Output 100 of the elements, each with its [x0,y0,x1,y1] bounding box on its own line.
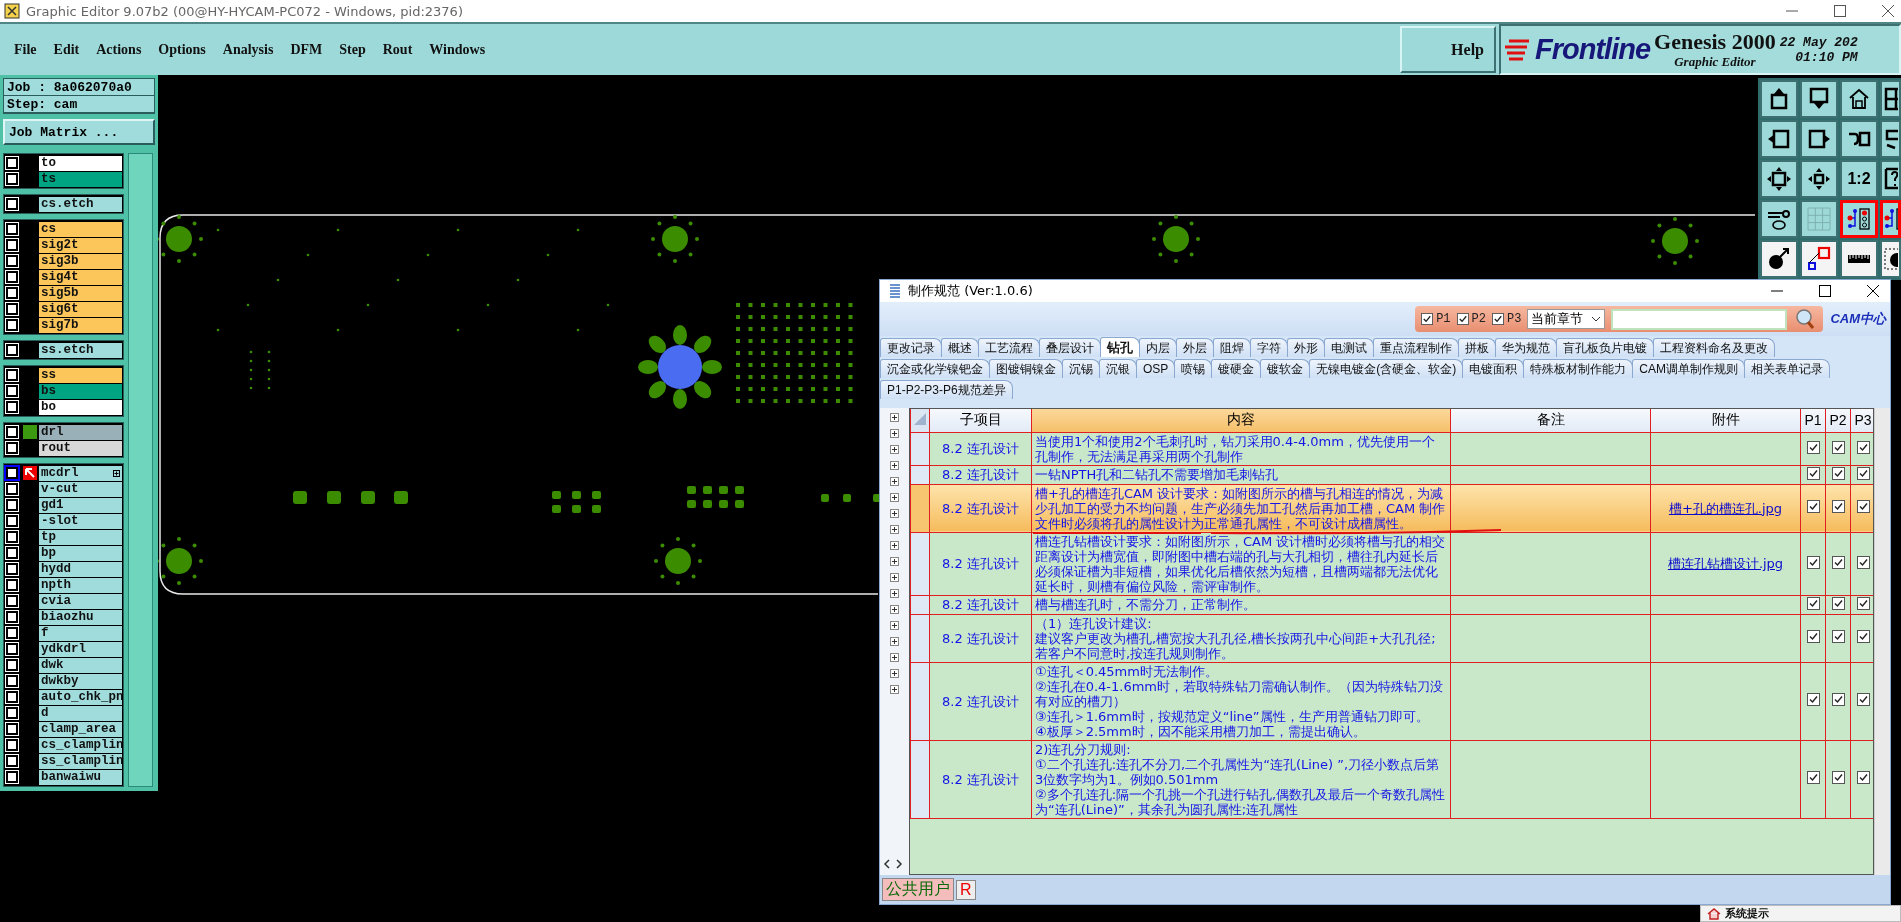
row-marker[interactable] [910,432,930,465]
layer-row[interactable]: sig5b [5,285,122,301]
tab[interactable]: 镀软金 [1260,359,1311,378]
layer-checkbox[interactable] [6,319,18,331]
layer-cell[interactable]: dwk [39,657,122,673]
layer-cell[interactable]: drl [39,424,122,440]
layer-checkbox[interactable] [6,287,18,299]
layer-checkbox[interactable] [6,467,18,479]
layer-checkbox[interactable] [6,223,18,235]
layer-cell[interactable]: gd1 [39,497,122,513]
layer-checkbox[interactable] [6,579,18,591]
tab[interactable]: CAM调单制作规则 [1632,359,1745,378]
expand-icon[interactable] [890,461,899,470]
layer-row[interactable]: bp [5,545,122,561]
close-icon[interactable] [1866,284,1880,298]
checkbox[interactable] [1856,440,1870,454]
expand-icon[interactable] [890,541,899,550]
tab[interactable]: 盲孔板负片电镀 [1556,338,1654,357]
layer-row[interactable]: rout [5,440,122,456]
expand-icon[interactable] [890,653,899,662]
layer-cell[interactable]: clamp_area [39,721,122,737]
checkbox[interactable] [1831,630,1845,643]
job-matrix-button[interactable]: Job Matrix ... [3,119,155,145]
layer-row[interactable]: tp [5,529,122,545]
layer-checkbox[interactable] [6,401,18,413]
search-field[interactable] [1611,308,1788,330]
layer-checkbox[interactable] [6,755,18,767]
toolbar-button[interactable] [1840,200,1878,238]
expand-icon[interactable] [890,509,899,518]
layer-row[interactable]: sig4t [5,269,122,285]
checkbox[interactable] [1856,466,1870,480]
checkbox[interactable] [1421,313,1434,325]
toolbar-button[interactable] [1880,80,1901,118]
layer-row[interactable]: hydd [5,561,122,577]
layer-row[interactable]: dwkby [5,673,122,689]
toolbar-button[interactable] [1840,120,1878,158]
row-marker[interactable] [910,614,930,662]
layer-cell[interactable]: -slot [39,513,122,529]
expand-icon[interactable] [890,621,899,630]
layer-cell[interactable]: ss_clamplin [39,753,122,769]
tab[interactable]: 图镀铜镍金 [989,359,1063,378]
tab[interactable]: 字符 [1250,338,1288,357]
menu-item[interactable]: Analysis [222,41,274,58]
checkbox[interactable] [1856,693,1870,706]
tab[interactable]: 重点流程制作 [1373,338,1459,357]
layer-row[interactable]: to [5,155,122,171]
toolbar-button[interactable] [1760,200,1798,238]
layer-row[interactable]: auto_chk_pn [5,689,122,705]
layer-row[interactable]: ydkdrl [5,641,122,657]
expand-icon[interactable] [890,445,899,454]
layer-checkbox[interactable] [6,611,18,623]
checkbox[interactable] [1806,771,1820,784]
tab[interactable]: 无镍电镀金(含硬金、软金) [1309,359,1464,378]
layer-checkbox[interactable] [6,547,18,559]
layer-cell[interactable]: d [39,705,122,721]
layer-cell[interactable]: bo [39,399,122,415]
menu-item[interactable]: Windows [429,41,486,58]
checkbox[interactable] [1492,313,1504,325]
layer-row[interactable]: f [5,625,122,641]
layer-checkbox[interactable] [6,173,18,185]
checkbox[interactable] [1856,596,1870,610]
chapter-select[interactable]: 当前章节 [1527,309,1606,329]
layer-row[interactable]: dwk [5,657,122,673]
toolbar-button[interactable] [1880,240,1901,278]
layer-cell[interactable]: ss [39,367,122,383]
expand-icon[interactable] [890,557,899,566]
toolbar-button[interactable] [1760,80,1798,118]
layer-cell[interactable]: bs [39,383,122,399]
menu-item[interactable]: Options [158,41,206,58]
layer-checkbox[interactable] [6,643,18,655]
column-header[interactable]: P3 [1850,409,1873,432]
checkbox[interactable] [1806,693,1820,706]
layer-cell[interactable]: auto_chk_pn [39,689,122,705]
attachment-link[interactable]: 槽+孔的槽连孔.jpg [1668,500,1783,516]
layer-row[interactable]: biaozhu [5,609,122,625]
layer-checkbox[interactable] [6,707,18,719]
toolbar-button[interactable] [1800,240,1838,278]
layer-cell[interactable]: to [39,155,122,171]
layer-row[interactable]: mcdrl [5,465,122,481]
toolbar-button[interactable] [1880,200,1901,238]
layer-checkbox[interactable] [6,239,18,251]
tab[interactable]: 外层 [1176,338,1214,357]
layer-checkbox[interactable] [6,627,18,639]
checkbox[interactable] [1806,440,1820,454]
expand-icon[interactable] [890,493,899,502]
layer-checkbox[interactable] [6,198,18,210]
layer-cell[interactable]: rout [39,440,122,456]
menu-item[interactable]: File [14,41,37,58]
tab[interactable]: 特殊板材制作能力 [1523,359,1634,378]
scroll-left-icon[interactable] [883,859,891,869]
layer-checkbox[interactable] [6,595,18,607]
layer-cell[interactable]: ydkdrl [39,641,122,657]
layer-row[interactable]: banwaiwu [5,769,122,785]
layer-row[interactable]: bo [5,399,122,415]
checkbox[interactable] [1456,313,1469,325]
layer-row[interactable]: sig7b [5,317,122,333]
tab[interactable]: 华为规范 [1495,338,1557,357]
layer-cell[interactable]: npth [39,577,122,593]
layer-checkbox[interactable] [6,771,18,783]
checkbox[interactable] [1806,466,1820,480]
